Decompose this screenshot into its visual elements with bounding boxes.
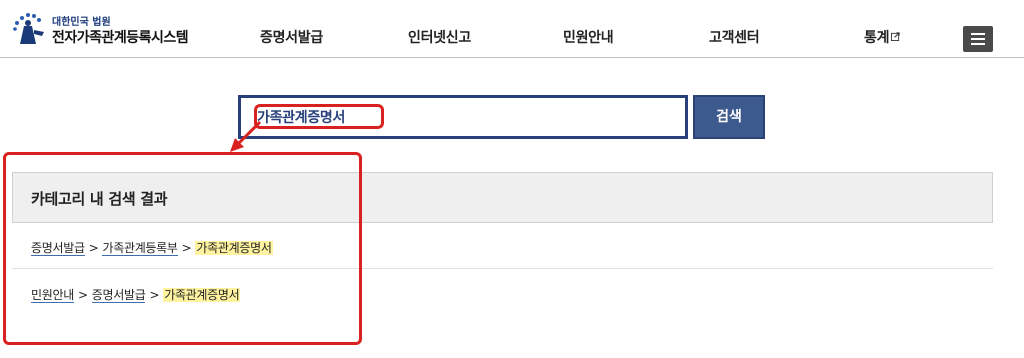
nav-statistics-label: 통계 [864, 30, 890, 46]
logo-title: 전자가족관계등록시스템 [52, 30, 189, 46]
court-emblem-icon [13, 13, 44, 44]
search-value-highlight [254, 104, 384, 129]
nav-online-report[interactable]: 인터넷신고 [408, 27, 471, 47]
hamburger-icon [971, 33, 985, 35]
nav-certificate-issue[interactable]: 증명서발급 [260, 27, 323, 47]
annotation-highlight-box [3, 152, 362, 345]
search-button[interactable]: 검색 [693, 95, 765, 139]
logo-subtitle: 대한민국 법원 [52, 17, 111, 28]
nav-civil-guide[interactable]: 민원안내 [563, 27, 614, 47]
hamburger-icon-line [971, 43, 985, 45]
hamburger-icon-line [971, 38, 985, 40]
external-link-icon [891, 32, 900, 41]
search-input[interactable]: 가족관계증명서 [238, 95, 688, 139]
top-header: 대한민국 법원 전자가족관계등록시스템 증명서발급 인터넷신고 민원안내 고객센… [0, 0, 1024, 58]
nav-customer-center[interactable]: 고객센터 [709, 27, 760, 47]
site-logo[interactable]: 대한민국 법원 전자가족관계등록시스템 [10, 10, 190, 50]
menu-button[interactable] [963, 26, 993, 52]
nav-statistics[interactable]: 통계 [864, 27, 900, 47]
